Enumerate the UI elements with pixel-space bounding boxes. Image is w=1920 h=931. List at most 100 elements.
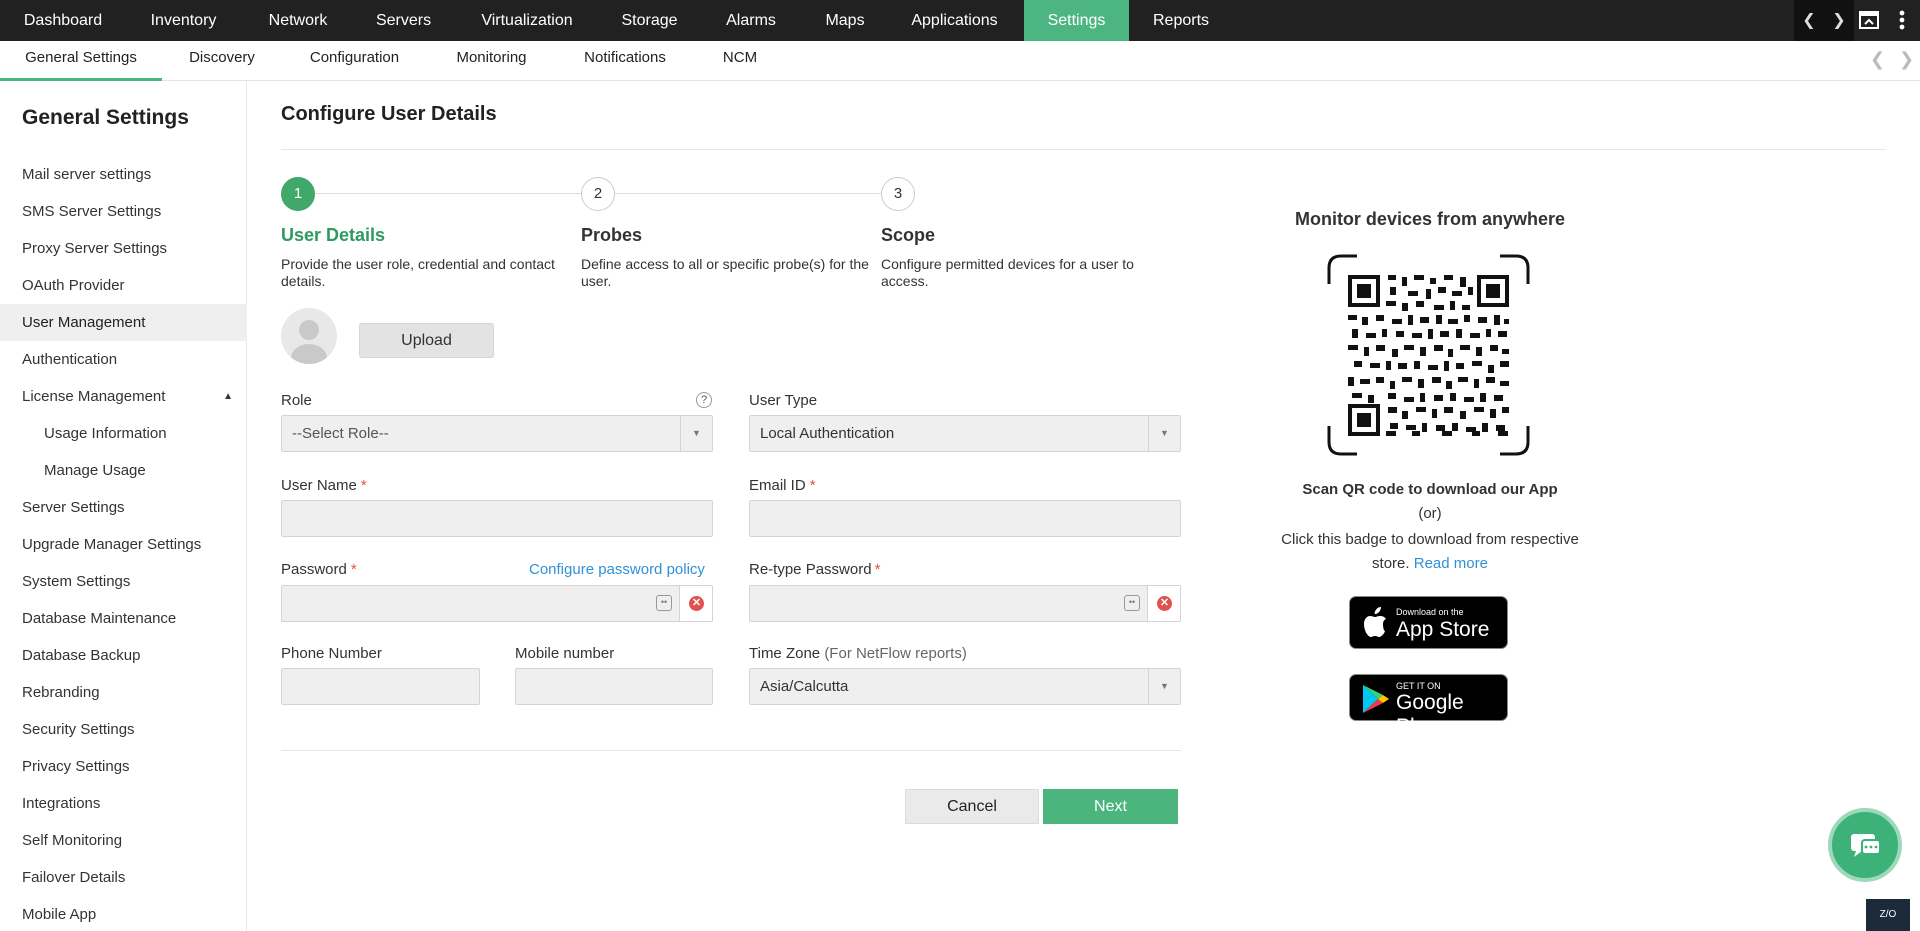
sidebar-item-manage-usage[interactable]: Manage Usage [0,452,247,489]
tab-discovery[interactable]: Discovery [162,41,282,81]
window-icon[interactable] [1854,0,1884,41]
role-label: Role [281,392,312,409]
required-marker: * [350,561,357,578]
sidebar-item-failover-details[interactable]: Failover Details [0,859,247,896]
email-input[interactable] [749,500,1181,537]
more-menu-icon[interactable] [1884,0,1920,41]
email-label: Email ID * [749,477,816,494]
sidebar-item-user-management[interactable]: User Management [0,304,247,341]
google-play-big-text: Google Play [1396,691,1464,738]
password-input[interactable]: •• ✕ [281,585,713,622]
role-select-value: --Select Role-- [292,425,389,442]
top-nav: Dashboard Inventory Network Servers Virt… [0,0,1920,41]
clear-icon: ✕ [1157,596,1172,611]
clear-password-button[interactable]: ✕ [679,586,712,621]
dropdown-arrow-icon: ▼ [680,416,712,451]
nav-maps[interactable]: Maps [805,0,885,41]
nav-alarms[interactable]: Alarms [697,0,805,41]
password-label: Password * [281,561,357,578]
user-type-label: User Type [749,392,818,409]
sidebar-item-database-maintenance[interactable]: Database Maintenance [0,600,247,637]
tab-monitoring[interactable]: Monitoring [427,41,556,81]
clear-password-button[interactable]: ✕ [1147,586,1180,621]
user-type-select-value: Local Authentication [760,425,895,442]
phone-number-label: Phone Number [281,645,382,662]
required-marker: * [874,561,881,578]
mobile-app-promo-title: Monitor devices from anywhere [1294,209,1566,229]
help-icon[interactable]: ? [696,392,712,408]
sidebar-item-security-settings[interactable]: Security Settings [0,711,247,748]
subnav-left-icon[interactable]: ❮ [1870,49,1885,70]
nav-storage[interactable]: Storage [602,0,697,41]
sidebar-item-mail-server[interactable]: Mail server settings [0,156,247,193]
sidebar-item-database-backup[interactable]: Database Backup [0,637,247,674]
configure-password-policy-link[interactable]: Configure password policy [529,561,705,578]
dropdown-arrow-icon: ▼ [1148,669,1180,704]
step-connector [315,193,581,194]
page-title: Configure User Details [281,103,497,125]
sidebar-item-system-settings[interactable]: System Settings [0,563,247,600]
user-name-label: User Name * [281,477,367,494]
tab-notifications[interactable]: Notifications [556,41,694,81]
chat-button[interactable] [1828,808,1902,882]
step-3-title: Scope [881,225,936,245]
google-play-badge[interactable]: GET IT ON Google Play [1349,674,1508,738]
nav-inventory[interactable]: Inventory [126,0,241,41]
sidebar-item-license-management[interactable]: License Management ▲ [0,378,247,415]
nav-network[interactable]: Network [241,0,355,41]
app-store-small-text: Download on the [1396,607,1464,617]
retype-password-input[interactable]: •• ✕ [749,585,1181,622]
time-zone-select[interactable]: Asia/Calcutta ▼ [749,668,1181,705]
avatar [281,308,337,364]
tab-general-settings[interactable]: General Settings [0,41,162,81]
app-store-big-text: App Store [1396,618,1490,641]
google-play-icon [1363,685,1389,713]
tab-ncm[interactable]: NCM [694,41,786,81]
step-3-indicator: 3 [881,177,915,211]
caret-up-icon[interactable]: ▲ [223,378,233,415]
sidebar-item-server-settings[interactable]: Server Settings [0,489,247,526]
nav-servers[interactable]: Servers [355,0,452,41]
nav-scroll-right-icon[interactable]: ❯ [1824,0,1854,41]
nav-virtualization[interactable]: Virtualization [452,0,602,41]
nav-settings[interactable]: Settings [1024,0,1129,41]
user-type-select[interactable]: Local Authentication ▼ [749,415,1181,452]
show-password-icon[interactable]: •• [656,595,672,611]
sidebar-item-usage-information[interactable]: Usage Information [0,415,247,452]
corner-widget[interactable]: Z/O [1866,899,1910,931]
step-2-title: Probes [581,225,643,245]
cancel-button[interactable]: Cancel [905,789,1039,824]
show-password-icon[interactable]: •• [1124,595,1140,611]
nav-reports[interactable]: Reports [1129,0,1233,41]
nav-applications[interactable]: Applications [885,0,1024,41]
tab-configuration[interactable]: Configuration [282,41,427,81]
read-more-link[interactable]: Read more [1414,555,1488,572]
sidebar-item-integrations[interactable]: Integrations [0,785,247,822]
phone-number-input[interactable] [281,668,480,705]
nav-scroll-left-icon[interactable]: ❮ [1794,0,1824,41]
next-button[interactable]: Next [1043,789,1178,824]
subnav-right-icon[interactable]: ❯ [1899,49,1914,70]
step-1-title: User Details [281,225,386,245]
role-select[interactable]: --Select Role-- ▼ [281,415,713,452]
sidebar-item-authentication[interactable]: Authentication [0,341,247,378]
apple-icon [1364,607,1386,637]
time-zone-label: Time Zone (For NetFlow reports) [749,645,967,662]
sidebar-item-rebranding[interactable]: Rebranding [0,674,247,711]
step-3-description: Configure permitted devices for a user t… [881,256,1134,289]
sidebar-item-privacy-settings[interactable]: Privacy Settings [0,748,247,785]
sidebar-item-mobile-app[interactable]: Mobile App [0,896,247,931]
upload-button[interactable]: Upload [359,323,494,358]
sidebar-item-oauth-provider[interactable]: OAuth Provider [0,267,247,304]
sidebar-item-self-monitoring[interactable]: Self Monitoring [0,822,247,859]
step-1-indicator: 1 [281,177,315,211]
required-marker: * [809,477,816,494]
app-store-badge[interactable]: Download on the App Store [1349,596,1508,649]
user-name-input[interactable] [281,500,713,537]
sidebar-item-sms-server[interactable]: SMS Server Settings [0,193,247,230]
sidebar-item-proxy-server[interactable]: Proxy Server Settings [0,230,247,267]
scan-qr-text: Scan QR code to download our App [1302,481,1558,498]
mobile-number-input[interactable] [515,668,713,705]
nav-dashboard[interactable]: Dashboard [0,0,126,41]
sidebar-item-upgrade-manager[interactable]: Upgrade Manager Settings [0,526,247,563]
